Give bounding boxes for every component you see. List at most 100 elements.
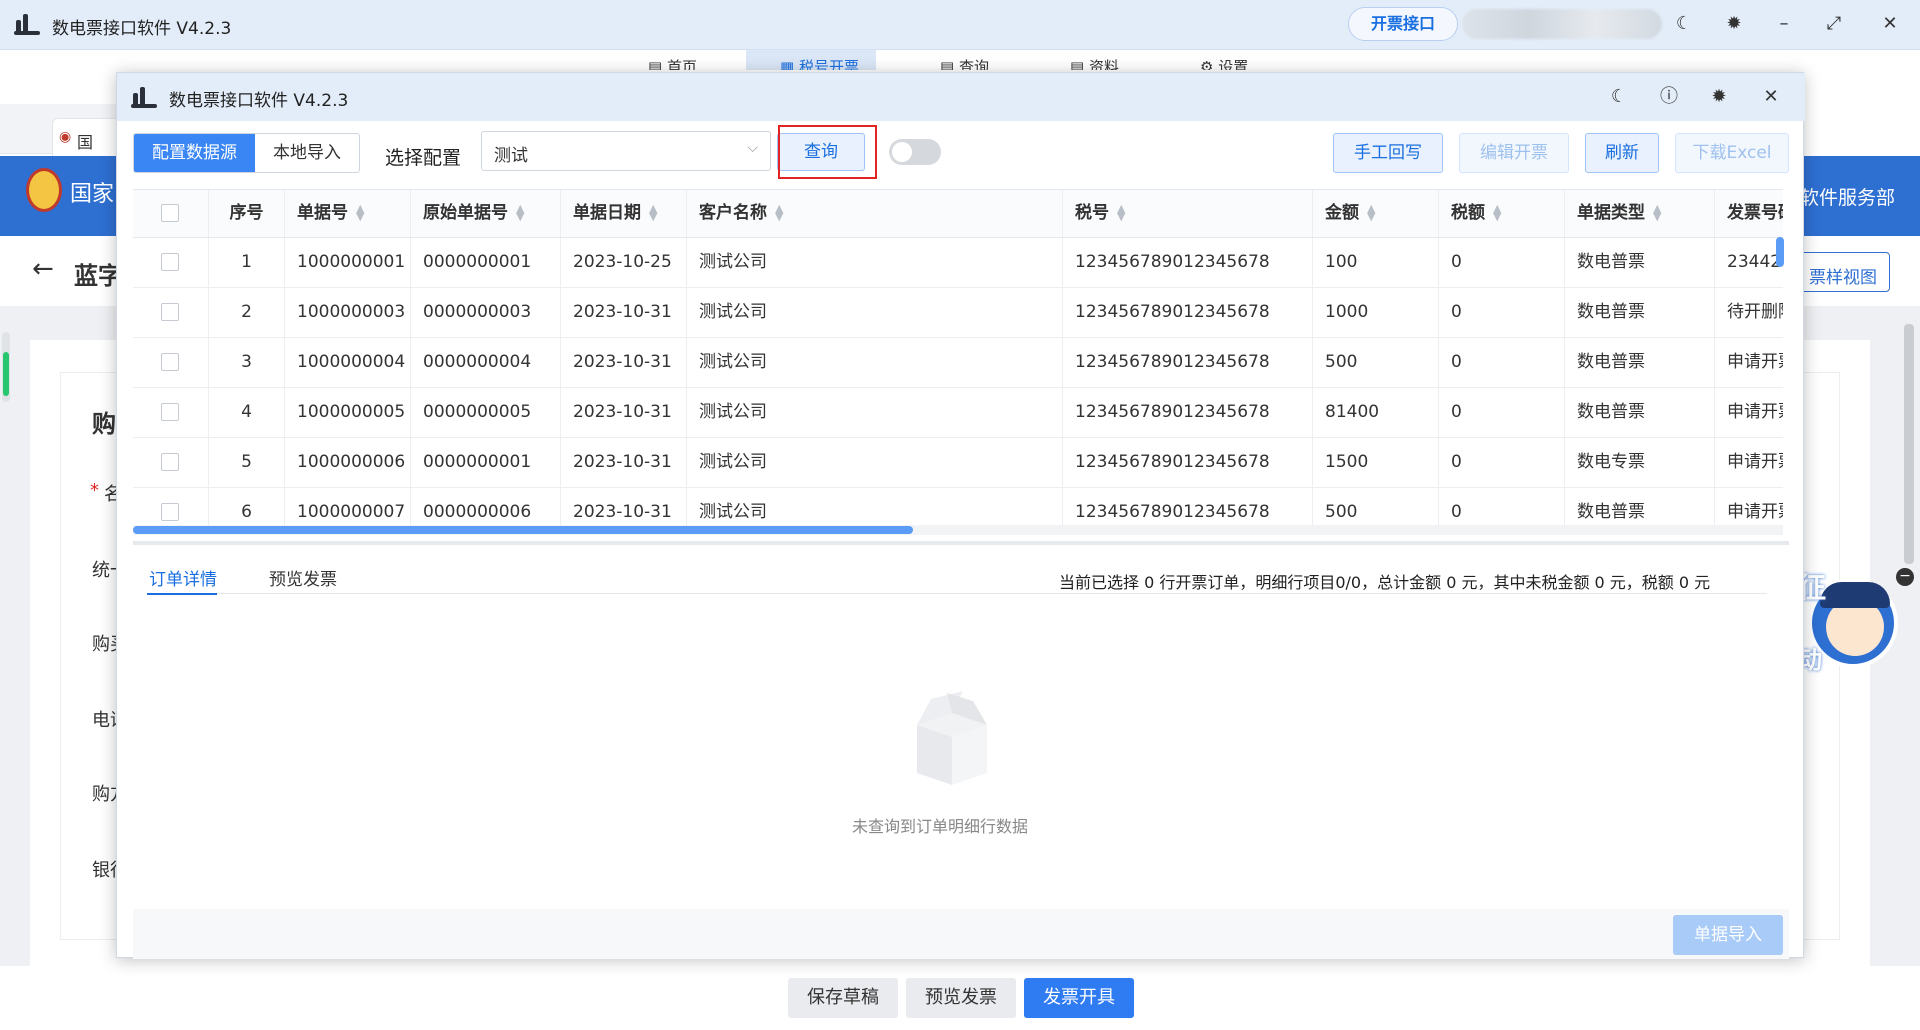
minimize-icon[interactable]: – xyxy=(1770,10,1798,38)
header-cell-sortable[interactable]: 单据类型 ▲ ▼ xyxy=(1565,190,1715,237)
table-cell: 0000000001 xyxy=(411,238,561,287)
issue-invoice-button[interactable]: 发票开具 xyxy=(1024,978,1134,1018)
save-draft-button[interactable]: 保存草稿 xyxy=(788,978,898,1018)
sort-icon[interactable]: ▲ ▼ xyxy=(516,203,524,222)
edit-invoice-button[interactable]: 编辑开票 xyxy=(1459,133,1569,173)
sort-icon[interactable]: ▲ ▼ xyxy=(649,203,657,222)
orders-table: 序号 单据号 ▲ ▼ 原始单据号 ▲ ▼ 单据日期 ▲ ▼ 客户名称 ▲ ▼ 税号 ▲ ▼ 金额 ▲ ▼… xyxy=(133,189,1783,535)
sort-icon[interactable]: ▲ ▼ xyxy=(1117,203,1125,222)
row-checkbox[interactable] xyxy=(161,303,179,321)
nav-item-query[interactable]: ▤ 查询 xyxy=(940,50,1020,70)
highlight-box xyxy=(778,125,877,179)
table-cell: 3 xyxy=(209,338,285,387)
nav-item-settings[interactable]: ⚙ 设置 xyxy=(1200,50,1280,70)
manual-writeback-button[interactable]: 手工回写 xyxy=(1333,133,1443,173)
row-checkbox[interactable] xyxy=(161,453,179,471)
row-select-cell xyxy=(133,338,209,387)
header-cell-sortable[interactable]: 单据号 ▲ ▼ xyxy=(285,190,411,237)
left-side-scrollbar[interactable] xyxy=(2,332,10,402)
top-navigation: ▤ 首页 ▦ 税号开票 ▤ 查询 ▤ 资料 ⚙ 设置 xyxy=(600,50,1300,70)
row-checkbox[interactable] xyxy=(161,353,179,371)
tab-underline-track xyxy=(147,593,1767,594)
fullscreen-icon[interactable]: ⤢ xyxy=(1820,10,1848,38)
header-cell-sortable[interactable]: 税号 ▲ ▼ xyxy=(1063,190,1313,237)
toggle-switch[interactable] xyxy=(889,139,941,165)
header-label: 单据类型 xyxy=(1577,203,1645,223)
required-mark: * xyxy=(90,480,99,501)
dark-mode-moon-icon[interactable]: ☾ xyxy=(1670,10,1698,38)
chevron-down-icon: ⌵ xyxy=(747,140,758,156)
header-cell-sortable[interactable]: 原始单据号 ▲ ▼ xyxy=(411,190,561,237)
table-horizontal-scrollbar[interactable] xyxy=(133,525,1783,535)
config-select[interactable]: 测试 ⌵ xyxy=(481,131,771,171)
assistant-mascot[interactable]: 征 动 xyxy=(1790,560,1900,690)
header-cell-sortable[interactable]: 金额 ▲ ▼ xyxy=(1313,190,1439,237)
row-checkbox[interactable] xyxy=(161,253,179,271)
row-checkbox[interactable] xyxy=(161,403,179,421)
table-cell: 2023-10-31 xyxy=(561,288,687,337)
header-cell-sortable[interactable]: 客户名称 ▲ ▼ xyxy=(687,190,1063,237)
header-cell-sortable[interactable]: 单据日期 ▲ ▼ xyxy=(561,190,687,237)
segment-config-source[interactable]: 配置数据源 xyxy=(134,134,255,172)
nav-label: 设置 xyxy=(1218,58,1249,70)
table-cell: 申请开票 xyxy=(1715,388,1783,437)
table-cell: 500 xyxy=(1313,338,1439,387)
table-cell: 数电普票 xyxy=(1565,238,1715,287)
table-row[interactable]: 1 1000000001 0000000001 2023-10-25 测试公司 12345… xyxy=(133,238,1783,288)
table-cell: 123456789012345678 xyxy=(1063,338,1313,387)
modal-footer xyxy=(133,909,1789,959)
table-row[interactable]: 2 1000000003 0000000003 2023-10-31 测试公司 12345… xyxy=(133,288,1783,338)
table-cell: 申请开票 xyxy=(1715,338,1783,387)
table-cell: 1500 xyxy=(1313,438,1439,487)
tab-order-details[interactable]: 订单详情 xyxy=(149,565,217,590)
import-documents-button[interactable]: 单据导入 xyxy=(1673,915,1783,955)
back-arrow-icon[interactable]: ← xyxy=(32,254,54,284)
config-select-value: 测试 xyxy=(494,146,528,166)
nav-item-home[interactable]: ▤ 首页 xyxy=(648,50,728,70)
table-cell: 100 xyxy=(1313,238,1439,287)
bug-icon[interactable]: ✹ xyxy=(1720,10,1748,38)
tab-preview-invoice[interactable]: 预览发票 xyxy=(269,565,337,590)
sort-icon[interactable]: ▲ ▼ xyxy=(356,203,364,222)
empty-state-text: 未查询到订单明细行数据 xyxy=(852,817,1029,836)
refresh-button[interactable]: 刷新 xyxy=(1585,133,1659,173)
modal-title-bar xyxy=(117,73,1805,121)
sort-icon[interactable]: ▲ ▼ xyxy=(1493,203,1501,222)
select-all-checkbox[interactable] xyxy=(161,204,179,222)
nav-item-tax-invoice[interactable]: ▦ 税号开票 xyxy=(746,50,876,70)
import-modal: 数电票接口软件 V4.2.3 ☾ ⓘ ✹ ✕ 配置数据源 本地导入 选择配置 测… xyxy=(116,72,1805,959)
header-cell-sortable[interactable]: 税额 ▲ ▼ xyxy=(1439,190,1565,237)
nav-item-data[interactable]: ▤ 资料 xyxy=(1070,50,1150,70)
download-excel-button[interactable]: 下载Excel xyxy=(1675,133,1789,173)
header-label: 客户名称 xyxy=(699,203,767,223)
sort-icon[interactable]: ▲ ▼ xyxy=(775,203,783,222)
table-row[interactable]: 5 1000000006 0000000001 2023-10-31 测试公司 12345… xyxy=(133,438,1783,488)
header-label: 原始单据号 xyxy=(423,203,508,223)
bug-icon[interactable]: ✹ xyxy=(1705,83,1733,111)
sample-view-button[interactable]: 票样视图 xyxy=(1790,252,1890,292)
table-cell: 1000000006 xyxy=(285,438,411,487)
sort-icon[interactable]: ▲ ▼ xyxy=(1653,203,1661,222)
preview-invoice-button[interactable]: 预览发票 xyxy=(906,978,1016,1018)
user-account-blurred[interactable] xyxy=(1462,9,1662,39)
dark-mode-moon-icon[interactable]: ☾ xyxy=(1605,83,1633,111)
table-cell: 4 xyxy=(209,388,285,437)
sort-icon[interactable]: ▲ ▼ xyxy=(1367,203,1375,222)
page-scrollbar[interactable] xyxy=(1902,312,1916,962)
table-cell: 123456789012345678 xyxy=(1063,438,1313,487)
row-checkbox[interactable] xyxy=(161,503,179,521)
table-vertical-scrollbar[interactable] xyxy=(1775,237,1785,527)
table-cell: 1000000004 xyxy=(285,338,411,387)
table-cell: 123456789012345678 xyxy=(1063,238,1313,287)
collapse-mascot-icon[interactable]: − xyxy=(1896,568,1914,586)
table-row[interactable]: 4 1000000005 0000000005 2023-10-31 测试公司 12345… xyxy=(133,388,1783,438)
close-window-icon[interactable]: ✕ xyxy=(1876,10,1904,38)
close-modal-icon[interactable]: ✕ xyxy=(1757,83,1785,111)
modal-title: 数电票接口软件 V4.2.3 xyxy=(169,91,349,111)
table-row[interactable]: 3 1000000004 0000000004 2023-10-31 测试公司 12345… xyxy=(133,338,1783,388)
table-cell: 0000000004 xyxy=(411,338,561,387)
open-api-button[interactable]: 开票接口 xyxy=(1348,7,1458,41)
site-header-title: 国家 xyxy=(70,182,115,207)
info-icon[interactable]: ⓘ xyxy=(1655,83,1683,111)
segment-local-import[interactable]: 本地导入 xyxy=(255,134,359,172)
